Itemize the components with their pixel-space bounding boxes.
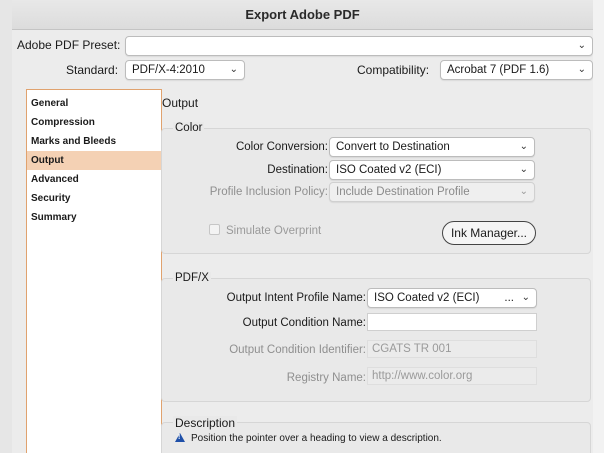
output-intent-label: Output Intent Profile Name: (226, 292, 366, 304)
chevron-down-icon: ⌄ (521, 292, 530, 303)
output-intent-dropdown[interactable]: ISO Coated v2 (ECI) ... ⌄ (367, 288, 537, 308)
standard-dropdown[interactable]: PDF/X-4:2010 ⌄ (125, 60, 245, 80)
sidebar-item-marks-and-bleeds[interactable]: Marks and Bleeds (27, 132, 161, 151)
category-sidebar: General Compression Marks and Bleeds Out… (26, 89, 162, 453)
chevron-down-icon: ⌄ (519, 141, 528, 152)
sidebar-item-advanced[interactable]: Advanced (27, 170, 161, 189)
profile-inclusion-value: Include Destination Profile (336, 186, 470, 198)
destination-value: ISO Coated v2 (ECI) (336, 164, 442, 176)
registry-name-label: Registry Name: (286, 372, 366, 384)
destination-dropdown[interactable]: ISO Coated v2 (ECI) ⌄ (329, 160, 535, 180)
description-text: Position the pointer over a heading to v… (191, 433, 442, 444)
chevron-down-icon: ⌄ (519, 164, 528, 175)
simulate-overprint-label: Simulate Overprint (226, 225, 322, 237)
preset-dropdown[interactable]: ⌄ (125, 36, 593, 56)
chevron-down-icon: ⌄ (577, 40, 586, 51)
profile-inclusion-dropdown[interactable]: Include Destination Profile ⌄ (329, 182, 535, 202)
color-conversion-label: Color Conversion: (235, 141, 328, 153)
color-conversion-dropdown[interactable]: Convert to Destination ⌄ (329, 137, 535, 157)
background-left-strip (0, 0, 12, 453)
description-group-title: Description (173, 416, 238, 430)
destination-label: Destination: (267, 164, 328, 176)
output-condition-name-label: Output Condition Name: (242, 317, 366, 329)
dialog-title: Export Adobe PDF (12, 0, 593, 30)
description-text-row: Position the pointer over a heading to v… (175, 433, 442, 444)
output-condition-name-field[interactable] (367, 313, 537, 331)
compatibility-label: Compatibility: (357, 63, 430, 77)
chevron-down-icon: ⌄ (519, 186, 528, 197)
compatibility-value: Acrobat 7 (PDF 1.6) (447, 64, 550, 76)
sidebar-item-security[interactable]: Security (27, 189, 161, 208)
color-group-title: Color (173, 122, 205, 134)
more-ellipsis: ... (504, 292, 514, 304)
registry-name-field[interactable]: http://www.color.org (367, 367, 537, 385)
standard-label: Standard: (66, 63, 119, 77)
pdfx-group-title: PDF/X (173, 272, 211, 284)
page-title: Output (162, 96, 199, 110)
standard-value: PDF/X-4:2010 (132, 64, 205, 76)
ink-manager-button[interactable]: Ink Manager... (442, 221, 536, 245)
output-intent-value: ISO Coated v2 (ECI) (374, 292, 480, 304)
simulate-overprint-checkbox[interactable]: Simulate Overprint (209, 224, 321, 237)
background-right-strip (593, 0, 604, 453)
sidebar-item-compression[interactable]: Compression (27, 113, 161, 132)
compatibility-dropdown[interactable]: Acrobat 7 (PDF 1.6) ⌄ (440, 60, 593, 80)
warning-info-icon (175, 433, 185, 442)
preset-label: Adobe PDF Preset: (17, 38, 121, 52)
sidebar-item-output[interactable]: Output (27, 151, 161, 170)
sidebar-item-general[interactable]: General (27, 94, 161, 113)
output-condition-identifier-field[interactable]: CGATS TR 001 (367, 340, 537, 358)
chevron-down-icon: ⌄ (577, 64, 586, 75)
chevron-down-icon: ⌄ (229, 64, 238, 75)
profile-inclusion-label: Profile Inclusion Policy: (209, 186, 328, 198)
color-conversion-value: Convert to Destination (336, 141, 450, 153)
checkbox-box (209, 224, 220, 235)
export-pdf-dialog: Export Adobe PDF Adobe PDF Preset: ⌄ Sta… (12, 0, 593, 453)
output-condition-identifier-label: Output Condition Identifier: (229, 344, 366, 356)
sidebar-item-summary[interactable]: Summary (27, 208, 161, 227)
